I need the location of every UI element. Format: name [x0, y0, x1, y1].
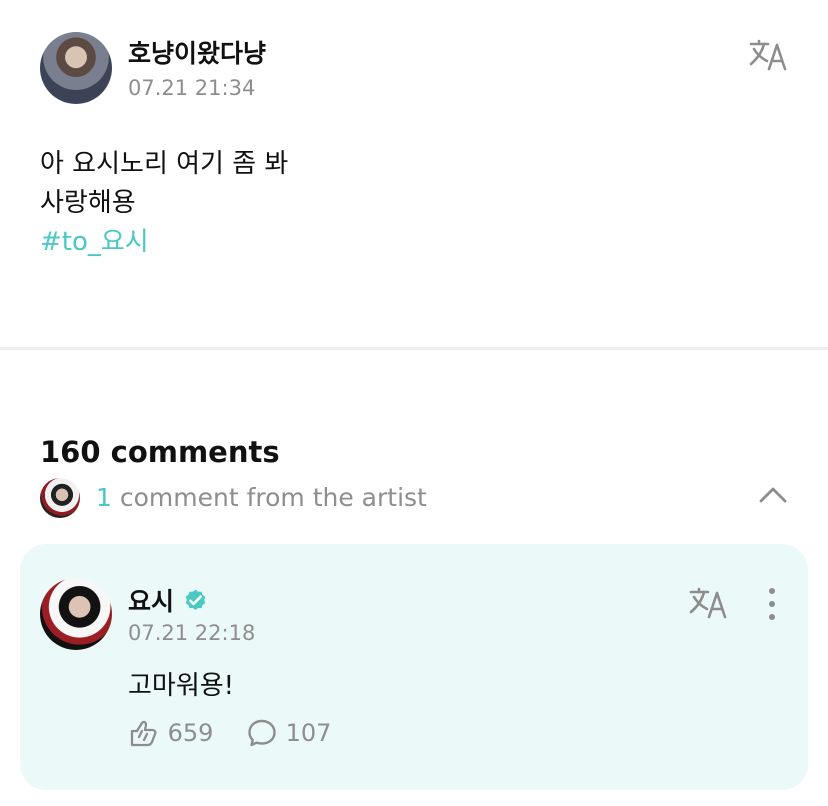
chevron-up-icon[interactable]	[758, 485, 788, 505]
post-body: 아 요시노리 여기 좀 봐 사랑해용 #to_요시	[40, 145, 780, 262]
post-author-name[interactable]: 호냥이왔다냥	[128, 34, 266, 70]
reply-count[interactable]: 107	[246, 717, 331, 751]
reply-icon	[248, 719, 276, 747]
like-icon	[130, 720, 157, 747]
artist-comment-author-row: 요시	[128, 582, 208, 616]
comments-count-title: 160 comments	[40, 435, 280, 470]
artist-comment-label: comment from the artist	[119, 483, 427, 512]
post-header: 호냥이왔다냥 07.21 21:34	[40, 32, 800, 106]
post-line-1: 아 요시노리 여기 좀 봐	[40, 149, 289, 179]
post-hashtag[interactable]: #to_요시	[40, 223, 780, 262]
section-divider	[0, 347, 828, 350]
translate-icon[interactable]	[746, 38, 790, 74]
artist-comment-summary[interactable]: 1 comment from the artist	[40, 475, 790, 523]
like-count[interactable]: 659	[128, 717, 213, 751]
reply-count-value: 107	[285, 719, 332, 747]
artist-comment-text: 고마워용!	[128, 671, 235, 701]
verified-icon	[185, 589, 206, 610]
translate-icon[interactable]	[686, 586, 730, 622]
post-author-avatar[interactable]	[40, 32, 112, 104]
more-icon[interactable]	[766, 586, 778, 622]
artist-comment-timestamp: 07.21 22:18	[128, 621, 256, 645]
artist-comment-summary-text[interactable]: 1 comment from the artist	[96, 483, 427, 512]
artist-comment-avatar[interactable]	[40, 578, 112, 650]
like-count-value: 659	[167, 719, 214, 747]
post-timestamp: 07.21 21:34	[128, 76, 256, 100]
post-line-2: 사랑해용	[40, 188, 136, 218]
artist-comment-author[interactable]: 요시	[128, 587, 174, 616]
artist-summary-avatar	[40, 478, 80, 518]
artist-comment-count: 1	[96, 483, 112, 512]
artist-comment-card[interactable]: 요시 07.21 22:18 고마워용! 659 107	[20, 544, 808, 790]
